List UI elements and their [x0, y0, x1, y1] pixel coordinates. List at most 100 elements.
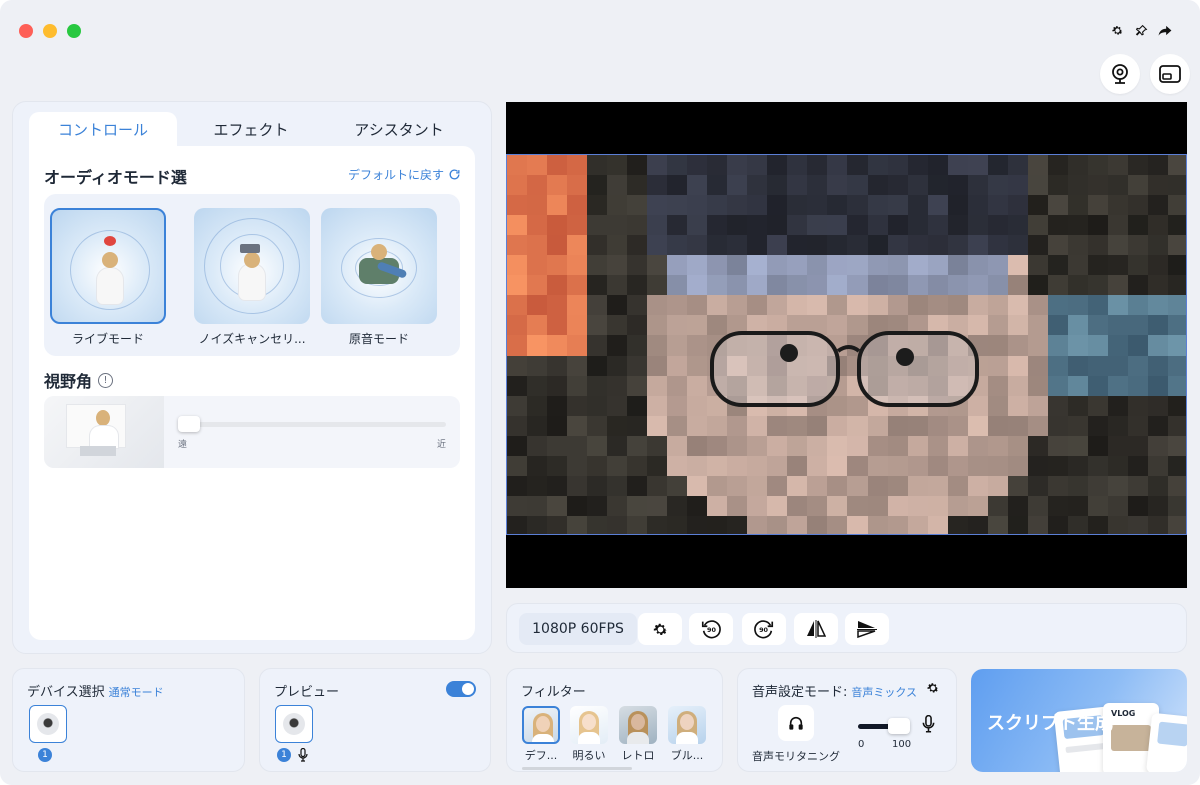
headphones-icon — [789, 716, 803, 730]
preview-title: プレビュー — [274, 685, 340, 700]
mode-original-label: 原音モード — [348, 332, 409, 346]
webcam-icon — [1112, 64, 1128, 84]
filter-bright-label: 明るい — [572, 749, 606, 762]
filter-bright[interactable]: 明るい — [570, 706, 608, 763]
tab-assistant[interactable]: アシスタント — [325, 112, 473, 146]
filter-retro-label: レトロ — [621, 749, 655, 762]
close-window-button[interactable] — [19, 24, 33, 38]
mode-noise-cancel[interactable]: ノイズキャンセリ... — [194, 208, 310, 347]
noise-cancel-thumbnail — [194, 208, 310, 324]
top-toolbar — [1110, 22, 1172, 38]
audio-settings-title: 音声設定モード: 音声ミックス — [752, 681, 917, 700]
share-arrow-icon[interactable] — [1158, 22, 1172, 38]
filter-default[interactable]: デフ... — [522, 706, 560, 763]
window-controls — [19, 24, 81, 38]
flip-vertical-button[interactable] — [845, 613, 889, 645]
filter-retro[interactable]: レトロ — [619, 706, 657, 763]
audio-settings-title-text: 音声設定モード: — [752, 685, 848, 700]
filter-blue-thumb — [668, 706, 706, 744]
flip-horizontal-button[interactable] — [794, 613, 838, 645]
filter-default-label: デフ... — [524, 749, 558, 762]
audio-mix-link[interactable]: 音声ミックス — [851, 686, 917, 699]
rotate-right-icon: 90 — [754, 620, 774, 639]
gear-icon[interactable] — [926, 681, 940, 695]
fov-slider-handle[interactable] — [178, 416, 200, 432]
filter-blue[interactable]: ブル... — [668, 706, 706, 763]
rotate-left-icon: 90 — [701, 620, 721, 639]
glasses-overlay — [710, 331, 979, 407]
info-icon[interactable]: ! — [98, 372, 114, 388]
gear-icon — [653, 623, 667, 635]
filter-scrollbar[interactable] — [522, 767, 632, 770]
tab-effect[interactable]: エフェクト — [177, 112, 325, 146]
device-title: デバイス選択 通常モード — [27, 681, 164, 700]
rotate-right-button[interactable]: 90 — [742, 613, 786, 645]
volume-slider-handle[interactable] — [888, 718, 910, 734]
flip-horizontal-icon — [807, 620, 826, 638]
camera-preview — [506, 102, 1187, 588]
volume-max-label: 100 — [892, 739, 912, 750]
fov-control: 遠 近 — [44, 396, 460, 468]
control-tab-content: オーディオモード選 デフォルトに戻す ライブモード ノイズキャンセリ... 原音… — [29, 146, 475, 640]
mode-live-label: ライブモード — [71, 332, 144, 346]
cast-icon — [1159, 65, 1181, 83]
device-mode-link[interactable]: 通常モード — [109, 686, 164, 699]
mode-live[interactable]: ライブモード — [50, 208, 166, 347]
microphone-icon[interactable] — [922, 715, 935, 733]
reset-default-label: デフォルトに戻す — [347, 168, 444, 182]
device-title-text: デバイス選択 — [27, 685, 105, 700]
camera-icon — [37, 713, 59, 735]
device-count-badge: 1 — [38, 748, 52, 762]
preview-camera-thumbnail[interactable] — [275, 705, 313, 743]
mode-original[interactable]: 原音モード — [321, 208, 437, 347]
filter-card: フィルター デフ... 明るい レトロ ブル... — [506, 668, 723, 772]
video-control-bar: 1080P 60FPS 90 90 — [506, 603, 1187, 653]
app-window: コントロール エフェクト アシスタント オーディオモード選 デフォルトに戻す ラ… — [0, 0, 1200, 785]
vlog-caption: VLOG — [1111, 709, 1136, 718]
preview-card: プレビュー 1 — [259, 668, 491, 772]
tab-bar: コントロール エフェクト アシスタント — [29, 112, 475, 146]
camera-icon — [283, 713, 305, 735]
filter-blue-label: ブル... — [670, 749, 704, 762]
video-settings-button[interactable] — [638, 613, 682, 645]
tab-control[interactable]: コントロール — [29, 112, 177, 146]
fov-title-text: 視野角 — [44, 372, 93, 391]
generate-script-button[interactable]: VLOG スクリプト生成 — [971, 669, 1187, 772]
preview-toggle[interactable] — [446, 681, 476, 697]
audio-monitoring-button[interactable] — [778, 705, 814, 741]
control-panel: コントロール エフェクト アシスタント オーディオモード選 デフォルトに戻す ラ… — [12, 101, 492, 654]
filter-title: フィルター — [521, 685, 586, 700]
camera-video-frame — [506, 154, 1187, 535]
pin-icon[interactable] — [1134, 22, 1148, 38]
volume-min-label: 0 — [858, 739, 865, 750]
live-mode-thumbnail — [50, 208, 166, 324]
cast-button[interactable] — [1150, 54, 1190, 94]
fov-title: 視野角 ! — [44, 368, 114, 392]
minimize-window-button[interactable] — [43, 24, 57, 38]
fov-near-label: 近 — [436, 440, 446, 450]
audio-mode-title: オーディオモード選 — [44, 168, 187, 187]
rotate-left-button[interactable]: 90 — [689, 613, 733, 645]
filter-default-thumb — [522, 706, 560, 744]
fov-slider-track[interactable] — [178, 422, 446, 427]
generate-script-label: スクリプト生成 — [987, 713, 1113, 734]
flip-vertical-icon — [857, 621, 877, 638]
refresh-icon — [449, 169, 460, 180]
microphone-icon — [298, 748, 308, 762]
webcam-button[interactable] — [1100, 54, 1140, 94]
device-card: デバイス選択 通常モード 1 — [12, 668, 245, 772]
audio-settings-card: 音声設定モード: 音声ミックス 音声モリタニング 0 100 — [737, 668, 957, 772]
original-sound-thumbnail — [321, 208, 437, 324]
filter-bright-thumb — [570, 706, 608, 744]
resolution-selector[interactable]: 1080P 60FPS — [519, 613, 637, 645]
reset-default-link[interactable]: デフォルトに戻す — [348, 166, 461, 183]
audio-monitoring-label: 音声モリタニング — [752, 750, 840, 763]
gear-icon[interactable] — [1110, 22, 1124, 38]
rotate-right-label: 90 — [759, 626, 768, 634]
filter-retro-thumb — [619, 706, 657, 744]
zoom-window-button[interactable] — [67, 24, 81, 38]
device-camera-thumbnail[interactable] — [29, 705, 67, 743]
preview-count-badge: 1 — [277, 748, 291, 762]
mode-noise-cancel-label: ノイズキャンセリ... — [198, 332, 306, 346]
rotate-left-label: 90 — [707, 626, 716, 634]
